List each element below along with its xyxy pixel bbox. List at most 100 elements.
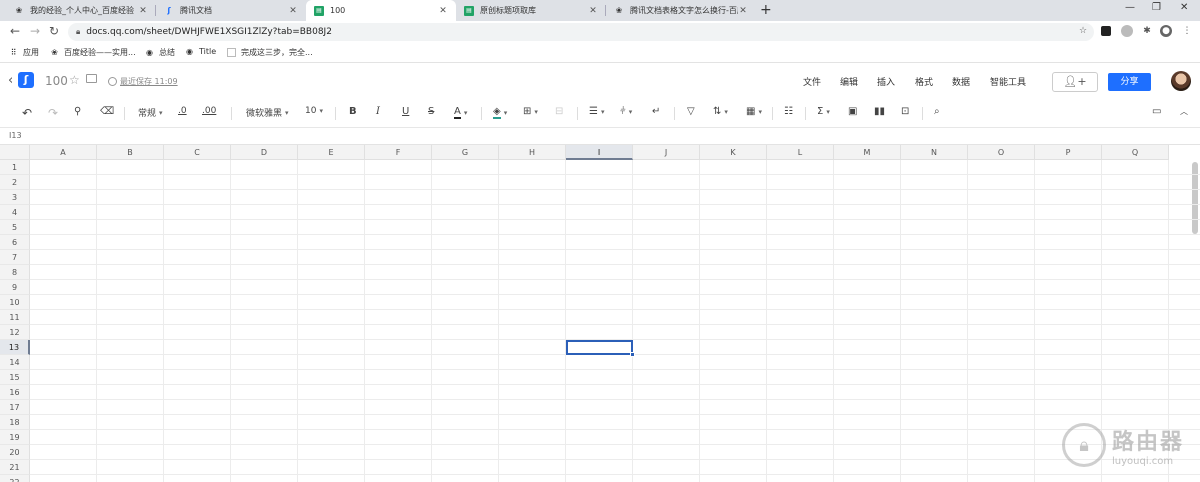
bookmark-item[interactable]: ⠿ 应用 — [9, 47, 39, 58]
extension-icon[interactable] — [1121, 25, 1133, 37]
vertical-scrollbar[interactable] — [1192, 162, 1198, 234]
menu-file[interactable]: 文件 — [803, 75, 821, 88]
menu-format[interactable]: 格式 — [915, 75, 933, 88]
more-icon[interactable]: ⋮ — [1181, 25, 1193, 37]
row-header[interactable]: 20 — [0, 445, 30, 460]
close-icon[interactable]: ✕ — [438, 6, 448, 16]
menu-edit[interactable]: 编辑 — [840, 75, 858, 88]
font-color-button[interactable]: A ▾ — [454, 106, 467, 119]
filter-icon[interactable]: ▽ — [687, 106, 695, 117]
column-header[interactable]: O — [968, 145, 1035, 160]
row-header[interactable]: 9 — [0, 280, 30, 295]
close-icon[interactable]: ✕ — [138, 6, 148, 16]
column-header[interactable]: P — [1035, 145, 1102, 160]
add-collaborator-button[interactable]: 👤︎+ — [1052, 72, 1098, 92]
chevron-up-icon[interactable]: ︿ — [1180, 106, 1188, 117]
chevron-left-icon[interactable]: ‹ — [8, 73, 13, 88]
row-header[interactable]: 15 — [0, 370, 30, 385]
active-cell[interactable] — [566, 340, 633, 355]
column-header[interactable]: I — [566, 145, 633, 160]
cell-reference[interactable]: I13 — [9, 131, 22, 140]
italic-button[interactable]: I — [376, 106, 380, 117]
row-header[interactable]: 16 — [0, 385, 30, 400]
row-header[interactable]: 11 — [0, 310, 30, 325]
insert-image-icon[interactable]: ▣ — [848, 106, 857, 117]
fill-color-button[interactable]: ◈ ▾ — [493, 106, 507, 119]
decrease-decimal-button[interactable]: .0 — [178, 106, 187, 116]
avatar[interactable] — [1171, 71, 1191, 91]
new-tab-button[interactable]: + — [760, 2, 772, 18]
row-header[interactable]: 22 — [0, 475, 30, 482]
number-format-select[interactable]: 常规 ▾ — [138, 106, 163, 120]
bookmark-item[interactable]: 完成这三步，完全... — [227, 47, 313, 58]
reload-icon[interactable]: ↻ — [49, 24, 59, 38]
close-window-icon[interactable]: ✕ — [1180, 2, 1188, 13]
redo-icon[interactable]: ↷ — [48, 106, 58, 120]
row-header[interactable]: 12 — [0, 325, 30, 340]
row-header[interactable]: 10 — [0, 295, 30, 310]
folder-icon[interactable] — [86, 74, 97, 83]
column-header[interactable]: L — [767, 145, 834, 160]
row-header[interactable]: 4 — [0, 205, 30, 220]
column-header[interactable]: F — [365, 145, 432, 160]
column-header[interactable]: D — [231, 145, 298, 160]
browser-tab-active[interactable]: ▤ 100 ✕ — [306, 0, 456, 21]
close-icon[interactable]: ✕ — [288, 6, 298, 16]
horizontal-align-button[interactable]: ☰ ▾ — [589, 106, 604, 117]
puzzle-icon[interactable]: ✱ — [1141, 25, 1153, 37]
browser-tab[interactable]: ❀ 腾讯文档表格文字怎么换行-百度 ✕ — [606, 0, 756, 21]
row-header[interactable]: 19 — [0, 430, 30, 445]
column-header[interactable]: C — [164, 145, 231, 160]
menu-insert[interactable]: 插入 — [877, 75, 895, 88]
menu-data[interactable]: 数据 — [952, 75, 970, 88]
increase-decimal-button[interactable]: .00 — [202, 106, 216, 116]
menu-smart-tools[interactable]: 智能工具 — [990, 75, 1026, 88]
column-header[interactable]: G — [432, 145, 499, 160]
tencent-docs-logo[interactable]: ʃ — [18, 72, 34, 88]
profile-icon[interactable]: ● — [1160, 25, 1172, 37]
find-icon[interactable]: ⌕ — [934, 106, 940, 117]
column-header[interactable]: J — [633, 145, 700, 160]
clear-format-icon[interactable]: ⌫ — [100, 106, 114, 117]
undo-icon[interactable]: ↶ — [22, 106, 32, 120]
insert-chart-icon[interactable]: ▮▮ — [874, 106, 885, 117]
star-icon[interactable]: ☆ — [69, 73, 80, 87]
comment-icon[interactable]: ⊡ — [901, 106, 909, 117]
spreadsheet-grid[interactable]: A B C D E F G H I J K L M N O P Q 1 2 3 4 5 6 7 8 9 10 11 12 13 14 15 16… — [0, 145, 1200, 482]
row-header[interactable]: 2 — [0, 175, 30, 190]
bold-button[interactable]: B — [349, 106, 357, 117]
row-header[interactable]: 3 — [0, 190, 30, 205]
bookmark-item[interactable]: ❀ 百度经验——实用... — [50, 47, 136, 58]
minimize-icon[interactable]: — — [1125, 2, 1135, 13]
browser-tab[interactable]: ʃ 腾讯文档 ✕ — [156, 0, 306, 21]
conditional-format-icon[interactable]: ☷ — [784, 106, 793, 117]
sort-button[interactable]: ⇅ ▾ — [713, 106, 728, 117]
vertical-align-button[interactable]: ⫩ ▾ — [620, 106, 632, 117]
row-header[interactable]: 17 — [0, 400, 30, 415]
close-icon[interactable]: ✕ — [738, 6, 748, 16]
row-header[interactable]: 7 — [0, 250, 30, 265]
bookmark-item[interactable]: ◉ 总结 — [145, 47, 175, 58]
share-button[interactable]: 分享 — [1108, 73, 1151, 91]
column-header[interactable]: E — [298, 145, 365, 160]
url-field[interactable]: 🔒︎ docs.qq.com/sheet/DWHJFWE1XSGI1ZlZy?t… — [68, 23, 1094, 41]
row-header[interactable]: 18 — [0, 415, 30, 430]
font-family-select[interactable]: 微软雅黑 ▾ — [246, 106, 289, 120]
row-header[interactable]: 6 — [0, 235, 30, 250]
column-header[interactable]: B — [97, 145, 164, 160]
forward-icon[interactable]: → — [30, 24, 40, 38]
browser-tab[interactable]: ▤ 原创标题项取库 ✕ — [456, 0, 606, 21]
row-header[interactable]: 14 — [0, 355, 30, 370]
function-button[interactable]: Σ ▾ — [817, 106, 830, 117]
font-size-select[interactable]: 10 ▾ — [305, 106, 323, 116]
star-bookmark-icon[interactable]: ☆ — [1077, 25, 1089, 37]
bookmark-item[interactable]: ◉ Title — [185, 47, 216, 56]
back-icon[interactable]: ← — [10, 24, 20, 38]
freeze-button[interactable]: ▦ ▾ — [746, 106, 762, 117]
fill-handle[interactable] — [630, 352, 635, 357]
row-header[interactable]: 21 — [0, 460, 30, 475]
column-header[interactable]: K — [700, 145, 767, 160]
column-header[interactable]: Q — [1102, 145, 1169, 160]
doc-title[interactable]: 100 — [45, 74, 68, 88]
wrap-text-icon[interactable]: ↵ — [652, 106, 660, 117]
